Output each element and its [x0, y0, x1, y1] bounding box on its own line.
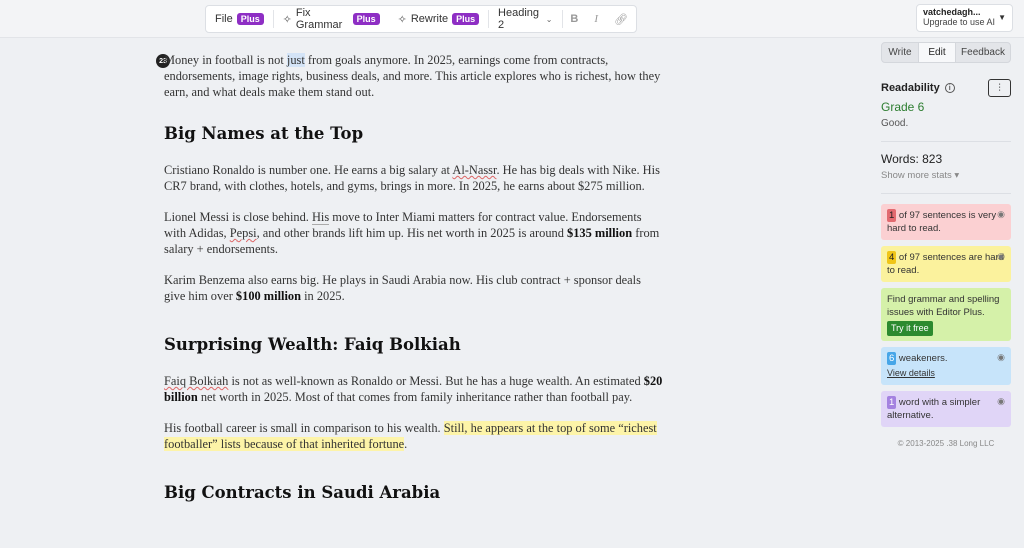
heading: Big Contracts in Saudi Arabia: [164, 483, 441, 502]
bold-text: $100 million: [235, 289, 301, 303]
paragraph: Lionel Messi is close behind. His move t…: [164, 209, 664, 257]
paragraph: Faiq Bolkiah is not as well-known as Ron…: [164, 373, 664, 405]
readability-label: Readability: [881, 82, 940, 94]
spelling-flag[interactable]: Al-Nassr: [452, 163, 496, 177]
document-body[interactable]: Money in football is not just from goals…: [164, 52, 664, 521]
readability-row: Readability i ⫶: [881, 79, 1011, 97]
plus-badge: Plus: [352, 13, 380, 25]
highlight-adverb[interactable]: just: [286, 53, 305, 67]
plus-badge: Plus: [236, 13, 264, 25]
readability-title: Readability i: [881, 82, 955, 94]
text: .: [404, 437, 408, 451]
fix-grammar-button[interactable]: ✧ Fix Grammar Plus: [274, 6, 389, 32]
file-label: File: [215, 13, 233, 25]
heading-dropdown[interactable]: Heading 2 ⌄: [489, 6, 561, 32]
paragraph: Money in football is not just from goals…: [164, 52, 664, 100]
card-text: weakeners.: [896, 353, 948, 364]
italic-button[interactable]: I: [586, 13, 606, 25]
sliders-icon: ⫶: [998, 82, 1001, 94]
copyright: © 2013-2025 .38 Long LLC: [897, 439, 995, 448]
card-text: word with a simpler alternative.: [887, 397, 981, 421]
account-menu[interactable]: vatchedagh... Upgrade to use AI ▼: [916, 4, 1013, 32]
simpler-alternative-card[interactable]: 1 word with a simpler alternative. ◉: [881, 391, 1011, 427]
weakeners-card[interactable]: 6 weakeners. ◉ View details: [881, 347, 1011, 385]
try-it-free-button[interactable]: Try it free: [887, 321, 933, 336]
word-count: Words: 823: [881, 152, 943, 166]
caret-down-icon: ▼: [998, 13, 1006, 22]
hard-sentences-card[interactable]: 4 of 97 sentences are hard to read. ◉: [881, 246, 1011, 282]
account-name: vatchedagh...: [923, 7, 981, 17]
heading: Surprising Wealth: Faiq Bolkiah: [164, 335, 461, 354]
editor-toolbar: File Plus ✧ Fix Grammar Plus ✧ Rewrite P…: [205, 5, 637, 33]
grammar-promo-card: Find grammar and spelling issues with Ed…: [881, 288, 1011, 341]
paragraph: Cristiano Ronaldo is number one. He earn…: [164, 162, 664, 194]
text: Lionel Messi is close behind.: [164, 210, 312, 224]
eye-icon[interactable]: ◉: [997, 208, 1005, 221]
paragraph: Karim Benzema also earns big. He plays i…: [164, 272, 664, 304]
fix-grammar-label: Fix Grammar: [295, 7, 343, 31]
rewrite-button[interactable]: ✧ Rewrite Plus: [389, 6, 489, 32]
grade-comment: Good.: [881, 118, 909, 129]
info-icon[interactable]: i: [944, 83, 955, 93]
tab-edit[interactable]: Edit: [918, 43, 956, 62]
card-text: Find grammar and spelling issues with Ed…: [887, 294, 1000, 318]
bold-button[interactable]: B: [562, 13, 586, 25]
text: net worth in 2025. Most of that comes fr…: [197, 390, 633, 404]
paragraph: His football career is small in comparis…: [164, 420, 664, 452]
link-icon[interactable]: 🔗︎: [606, 13, 636, 26]
divider: [881, 193, 1011, 194]
settings-sliders-button[interactable]: ⫶: [988, 79, 1011, 97]
text: , and other brands lift him up. His net …: [256, 226, 568, 240]
mode-tabs: Write Edit Feedback: [881, 42, 1011, 63]
suggestion-flag[interactable]: His: [311, 210, 330, 225]
text: Cristiano Ronaldo is number one. He earn…: [164, 163, 453, 177]
heading: Big Names at the Top: [164, 124, 364, 143]
upgrade-text: Upgrade to use AI: [923, 17, 996, 27]
spelling-flag[interactable]: Pepsi: [230, 226, 257, 240]
sidebar: Write Edit Feedback Readability i ⫶ Grad…: [881, 42, 1011, 448]
tab-feedback[interactable]: Feedback: [956, 43, 1010, 62]
sparkle-icon: ✧: [397, 13, 407, 26]
card-count: 4: [887, 251, 897, 264]
text: is not as well-known as Ronaldo or Messi…: [228, 374, 644, 388]
tab-write[interactable]: Write: [882, 43, 918, 62]
view-details-link[interactable]: View details: [887, 367, 935, 380]
spelling-flag[interactable]: Faiq Bolkiah: [164, 374, 228, 388]
very-hard-sentences-card[interactable]: 1 of 97 sentences is very hard to read. …: [881, 204, 1011, 240]
rewrite-label: Rewrite: [410, 13, 449, 25]
chevron-down-icon: ⌄: [545, 14, 553, 24]
card-text: of 97 sentences is very hard to read.: [887, 210, 997, 234]
card-count: 1: [887, 396, 897, 409]
card-count: 1: [887, 209, 897, 222]
eye-icon[interactable]: ◉: [997, 395, 1005, 408]
top-bar: File Plus ✧ Fix Grammar Plus ✧ Rewrite P…: [0, 0, 1024, 38]
show-more-label: Show more stats: [881, 170, 952, 181]
card-text: of 97 sentences are hard to read.: [887, 252, 1005, 276]
file-menu-button[interactable]: File Plus: [206, 6, 273, 32]
bold-text: $135 million: [567, 226, 633, 240]
text: in 2025.: [300, 289, 345, 303]
text: Money in football is not: [164, 53, 287, 67]
caret-down-icon: ▾: [954, 170, 960, 181]
show-more-stats-button[interactable]: Show more stats ▾: [881, 170, 1011, 181]
text: His football career is small in comparis…: [164, 421, 444, 435]
plus-badge: Plus: [452, 13, 480, 25]
grade-level: Grade 6: [881, 100, 925, 114]
heading-label: Heading 2: [498, 7, 540, 31]
divider: [881, 141, 1011, 142]
sparkle-icon: ✧: [282, 13, 292, 26]
card-count: 6: [887, 352, 897, 365]
eye-icon[interactable]: ◉: [997, 250, 1005, 263]
eye-icon[interactable]: ◉: [997, 351, 1005, 364]
